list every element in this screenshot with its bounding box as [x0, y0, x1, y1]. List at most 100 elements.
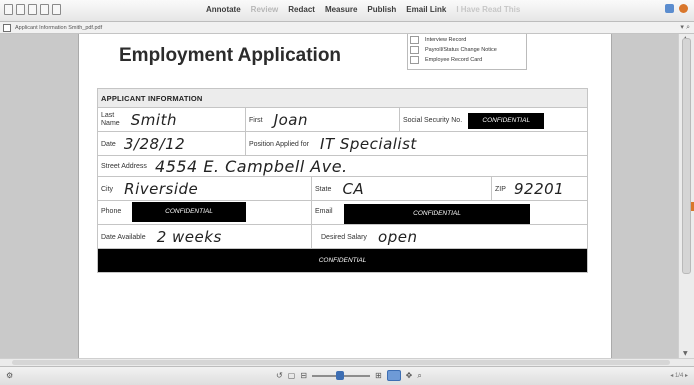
- section-header: APPLICANT INFORMATION: [96, 88, 589, 108]
- date-available-value[interactable]: 2 weeks: [157, 228, 222, 246]
- document-tab[interactable]: Applicant Information Smith_pdf.pdf: [3, 23, 102, 33]
- next-page-icon[interactable]: ▸: [685, 373, 688, 379]
- state-cell: State CA: [311, 176, 492, 201]
- undo-icon[interactable]: [52, 4, 61, 15]
- page-title: Employment Application: [119, 45, 342, 66]
- ribbon-menu: Annotate Review Redact Measure Publish E…: [206, 5, 520, 14]
- close-icon[interactable]: [679, 4, 688, 13]
- fit-page-icon[interactable]: [386, 370, 401, 381]
- applicant-information-table: APPLICANT INFORMATION Last Name Smith Fir…: [96, 88, 589, 273]
- document-tab-bar: Applicant Information Smith_pdf.pdf ▾ ⌕: [0, 22, 694, 34]
- office-use-label: Payroll/Status Change Notice: [425, 46, 497, 53]
- street-cell: Street Address 4554 E. Campbell Ave.: [96, 155, 589, 177]
- scroll-down-icon[interactable]: ▼: [683, 350, 688, 357]
- state-label: State: [315, 185, 332, 193]
- zoom-in-icon[interactable]: ⊞: [375, 371, 382, 380]
- horizontal-scroll-thumb[interactable]: [12, 360, 670, 365]
- office-use-label: Employee Record Card: [425, 56, 483, 63]
- menu-email-link[interactable]: Email Link: [406, 5, 446, 14]
- new-document-icon[interactable]: [4, 4, 13, 15]
- state-value[interactable]: CA: [342, 180, 364, 198]
- date-available-cell: Date Available 2 weeks: [97, 224, 312, 249]
- document-viewport[interactable]: Employment Application Interview Record …: [0, 34, 678, 358]
- date-available-label: Date Available: [101, 233, 146, 241]
- checkbox[interactable]: [410, 45, 419, 54]
- rotate-left-icon[interactable]: ↺: [276, 371, 283, 380]
- prev-page-icon[interactable]: ◂: [670, 373, 673, 379]
- menu-review[interactable]: Review: [251, 5, 279, 14]
- document-tab-label: Applicant Information Smith_pdf.pdf: [15, 25, 103, 31]
- save-icon[interactable]: [40, 4, 49, 15]
- tab-dropdown-icon[interactable]: ▾ ⌕: [680, 23, 690, 32]
- city-cell: City Riverside: [97, 176, 312, 201]
- office-use-item: Payroll/Status Change Notice: [408, 45, 526, 54]
- zoom-slider-knob[interactable]: [335, 370, 344, 380]
- first-name-cell: First Joan: [245, 107, 400, 132]
- page-indicator: ◂ 1/4 ▸: [670, 372, 688, 379]
- menu-publish[interactable]: Publish: [367, 5, 396, 14]
- position-cell: Position Applied for IT Specialist: [244, 131, 589, 156]
- first-name-label: First: [249, 116, 263, 124]
- city-label: City: [101, 185, 114, 193]
- date-cell: Date 3/28/12: [97, 131, 246, 156]
- email-cell: Email CONFIDENTIAL: [310, 200, 589, 225]
- pdf-page: Employment Application Interview Record …: [78, 34, 612, 358]
- menu-i-have-read-this[interactable]: I Have Read This: [456, 5, 520, 14]
- status-bar: ⚙ ↺ ▢ ⊟ ⊞ ✥ ⌕ ◂ 1/4 ▸: [0, 366, 694, 385]
- vertical-scrollbar[interactable]: ▲ ▼: [678, 34, 694, 358]
- page-number: 1/4: [674, 373, 684, 379]
- email-redaction: CONFIDENTIAL: [344, 204, 530, 224]
- open-folder-icon[interactable]: [16, 4, 25, 15]
- window-controls: [665, 4, 688, 13]
- quick-access-toolbar: [4, 4, 61, 15]
- office-use-label: Interview Record: [425, 36, 467, 43]
- date-value[interactable]: 3/28/12: [124, 135, 185, 153]
- zip-label: ZIP: [495, 185, 506, 193]
- office-use-box: Interview Record Payroll/Status Change N…: [407, 34, 527, 70]
- confidential-redaction-block: CONFIDENTIAL: [96, 248, 589, 273]
- zoom-out-icon[interactable]: ⊟: [300, 371, 307, 380]
- position-value[interactable]: IT Specialist: [320, 135, 417, 153]
- menu-measure[interactable]: Measure: [325, 5, 357, 14]
- ssn-label: Social Security No.: [403, 117, 463, 124]
- phone-label: Phone: [101, 208, 122, 215]
- pin-icon[interactable]: [665, 4, 674, 13]
- street-value[interactable]: 4554 E. Campbell Ave.: [155, 157, 348, 176]
- city-value[interactable]: Riverside: [124, 180, 198, 198]
- menu-redact[interactable]: Redact: [288, 5, 315, 14]
- zip-cell: ZIP 92201: [490, 176, 589, 201]
- page-view-icon[interactable]: ▢: [288, 371, 296, 380]
- pdf-viewer-window: Annotate Review Redact Measure Publish E…: [0, 0, 694, 385]
- ssn-redaction: CONFIDENTIAL: [468, 112, 545, 129]
- first-name-value[interactable]: Joan: [274, 111, 308, 129]
- date-label: Date: [101, 140, 116, 148]
- position-label: Position Applied for: [249, 140, 309, 148]
- office-use-item: Interview Record: [408, 35, 526, 44]
- horizontal-scrollbar[interactable]: [0, 358, 694, 366]
- desired-salary-label: Desired Salary: [321, 233, 367, 241]
- office-use-item: Employee Record Card: [408, 55, 526, 64]
- zoom-tool-icon[interactable]: ⌕: [417, 371, 421, 381]
- email-label: Email: [315, 208, 333, 215]
- pdf-file-icon: [3, 24, 11, 32]
- desired-salary-value[interactable]: open: [378, 228, 417, 246]
- view-controls: ↺ ▢ ⊟ ⊞ ✥ ⌕: [276, 370, 422, 381]
- last-name-label: Last Name: [101, 112, 120, 128]
- phone-redaction: CONFIDENTIAL: [132, 202, 246, 222]
- last-name-value[interactable]: Smith: [131, 111, 177, 129]
- menu-bar: Annotate Review Redact Measure Publish E…: [0, 0, 694, 22]
- ssn-cell: Social Security No. CONFIDENTIAL: [398, 107, 589, 132]
- menu-annotate[interactable]: Annotate: [206, 5, 241, 14]
- desired-salary-cell: Desired Salary open: [310, 224, 589, 249]
- print-icon[interactable]: [28, 4, 37, 15]
- checkbox[interactable]: [410, 35, 419, 44]
- pan-tool-icon[interactable]: ✥: [406, 371, 413, 380]
- checkbox[interactable]: [410, 55, 419, 64]
- vertical-scroll-thumb[interactable]: [682, 38, 691, 274]
- street-label: Street Address: [101, 163, 147, 170]
- settings-icon[interactable]: ⚙: [6, 371, 13, 380]
- zoom-slider[interactable]: [311, 370, 370, 380]
- last-name-cell: Last Name Smith: [97, 107, 246, 132]
- zip-value[interactable]: 92201: [514, 180, 564, 198]
- phone-cell: Phone CONFIDENTIAL: [97, 200, 312, 225]
